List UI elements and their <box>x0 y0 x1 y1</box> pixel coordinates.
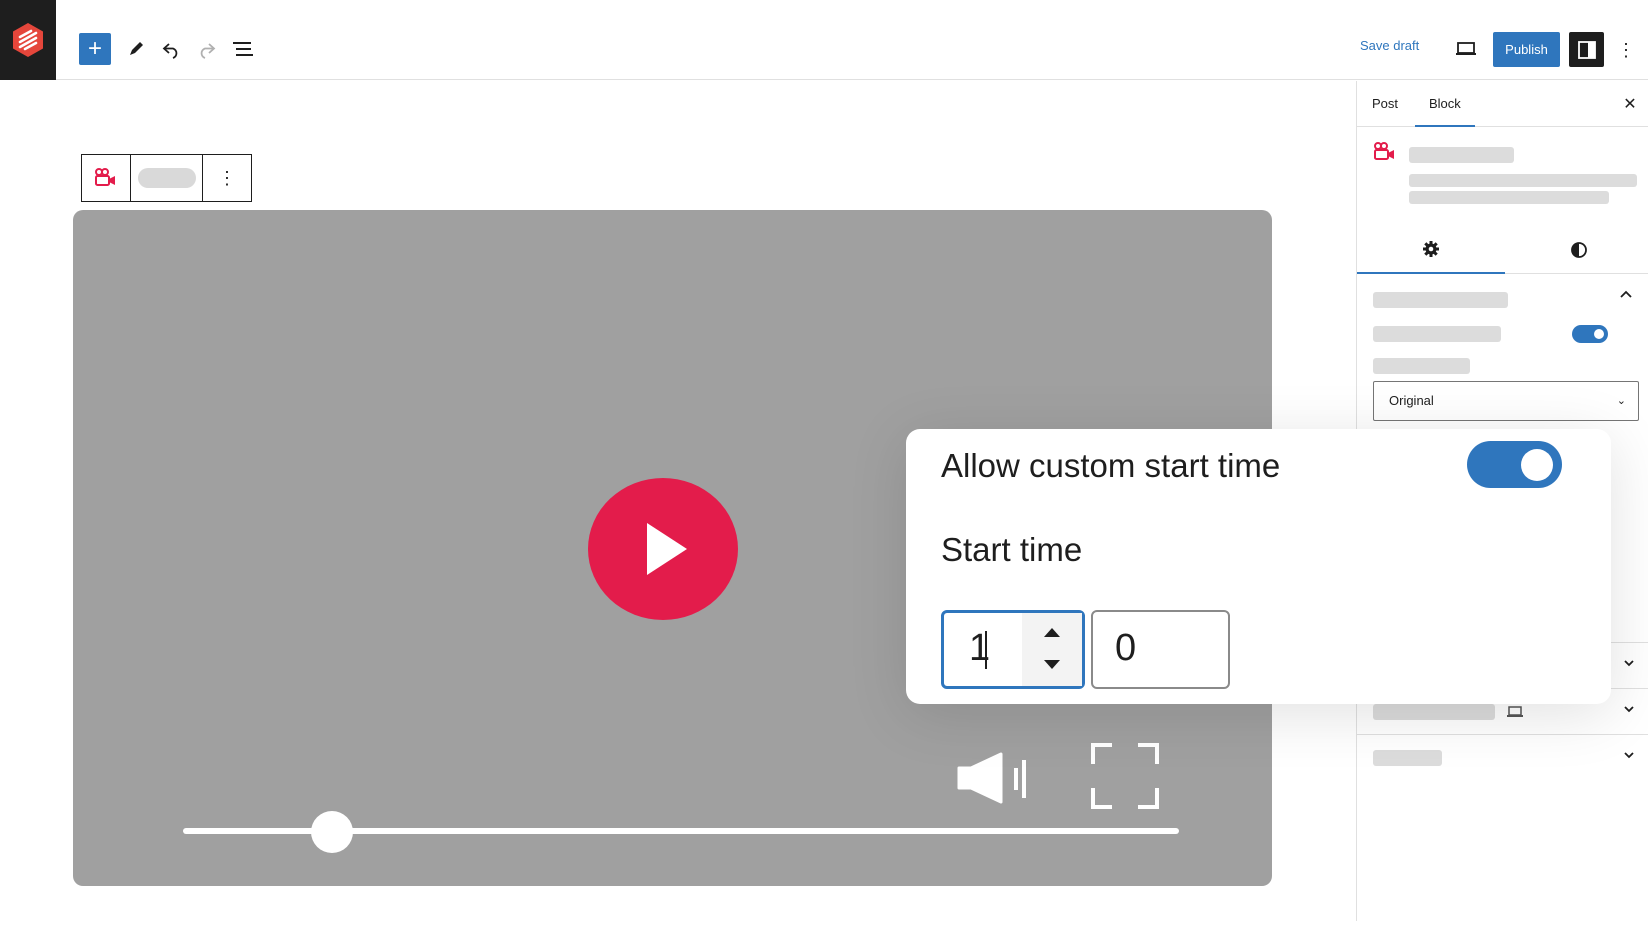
top-toolbar: + Save draft Publish ⋮ <box>0 0 1648 80</box>
start-time-zoom-callout: Allow custom start time Start time 1 0 <box>906 429 1611 704</box>
option-toggle[interactable] <box>1572 325 1608 343</box>
video-camera-icon <box>95 168 115 186</box>
preview-button[interactable] <box>1452 37 1480 61</box>
fullscreen-icon <box>1091 743 1159 809</box>
settings-toggle-button[interactable] <box>1569 32 1604 67</box>
start-time-minutes-input[interactable]: 0 <box>1091 610 1230 689</box>
redo-icon <box>200 43 216 59</box>
chevron-down-icon <box>1624 660 1634 667</box>
fullscreen-button[interactable] <box>1090 742 1160 810</box>
block-inspector-tabs <box>1357 226 1648 274</box>
tab-settings[interactable] <box>1357 226 1505 274</box>
aspect-ratio-select[interactable]: Original ⌄ <box>1373 381 1639 421</box>
video-camera-icon <box>1374 142 1394 160</box>
placeholder-pill <box>137 168 196 188</box>
panel-title-placeholder <box>1373 704 1495 720</box>
more-options-button[interactable]: ⋮ <box>1616 36 1636 64</box>
undo-button[interactable] <box>159 37 183 61</box>
site-logo-icon <box>13 23 43 57</box>
chevron-down-icon <box>1044 660 1060 669</box>
select-value: Original <box>1389 393 1434 408</box>
block-description-placeholder <box>1409 174 1637 187</box>
close-sidebar-button[interactable]: ✕ <box>1619 93 1641 115</box>
publish-button[interactable]: Publish <box>1493 32 1560 67</box>
close-icon: ✕ <box>1623 96 1637 113</box>
settings-gear-icon <box>1423 241 1439 257</box>
volume-button[interactable] <box>955 750 1039 806</box>
start-time-hours-input[interactable]: 1 <box>941 610 1085 689</box>
toggle-knob <box>1521 449 1553 481</box>
tab-styles[interactable] <box>1505 226 1648 274</box>
chevron-down-icon <box>1624 752 1634 759</box>
play-icon <box>647 523 687 575</box>
desktop-preview-icon <box>1456 42 1476 55</box>
more-options-icon: ⋮ <box>218 167 236 188</box>
play-button[interactable] <box>588 478 738 620</box>
option-label-placeholder <box>1373 326 1501 342</box>
add-block-button[interactable]: + <box>79 33 111 65</box>
panel-title-placeholder <box>1373 292 1508 308</box>
list-view-icon <box>233 42 253 56</box>
editor-app: + Save draft Publish ⋮ ⋮ Post Block ✕ Or… <box>0 0 1648 944</box>
volume-icon <box>957 752 1026 804</box>
collapsed-panel[interactable] <box>1357 734 1648 780</box>
block-transform-button[interactable] <box>130 155 202 201</box>
redo-button[interactable] <box>195 37 219 61</box>
text-caret <box>985 631 987 669</box>
block-description-placeholder <box>1409 191 1609 204</box>
block-options-button[interactable]: ⋮ <box>202 155 251 201</box>
tab-block[interactable]: Block <box>1415 81 1475 127</box>
block-type-button[interactable] <box>82 155 130 201</box>
allow-custom-start-toggle[interactable] <box>1467 441 1562 488</box>
minutes-value: 0 <box>1115 627 1137 669</box>
chevron-up-icon[interactable] <box>1619 288 1633 302</box>
block-toolbar: ⋮ <box>81 154 252 202</box>
block-title-placeholder <box>1409 147 1514 163</box>
site-logo-button[interactable] <box>0 0 56 80</box>
sidebar-tabs: Post Block ✕ <box>1357 81 1648 127</box>
plus-icon: + <box>87 35 102 62</box>
decrement-button[interactable] <box>1042 658 1062 672</box>
pen-tool-icon <box>130 42 143 55</box>
chevron-down-icon <box>1624 706 1634 713</box>
number-spinner[interactable] <box>1022 613 1082 686</box>
desktop-preview-icon <box>1507 706 1523 717</box>
tab-post[interactable]: Post <box>1372 81 1398 127</box>
list-view-button[interactable] <box>231 37 255 61</box>
option-label-placeholder <box>1373 358 1470 374</box>
allow-custom-start-label: Allow custom start time <box>941 447 1281 484</box>
sidebar-settings-icon <box>1577 40 1596 59</box>
undo-icon <box>162 43 178 59</box>
save-draft-button[interactable]: Save draft <box>1360 38 1419 53</box>
styles-contrast-icon <box>1571 242 1587 258</box>
more-options-icon: ⋮ <box>1617 39 1635 60</box>
start-time-label: Start time <box>941 531 1083 568</box>
chevron-up-icon <box>1044 628 1060 637</box>
increment-button[interactable] <box>1042 625 1062 639</box>
tools-button[interactable] <box>124 37 148 61</box>
chevron-down-icon: ⌄ <box>1616 395 1626 407</box>
panel-title-placeholder <box>1373 750 1442 766</box>
